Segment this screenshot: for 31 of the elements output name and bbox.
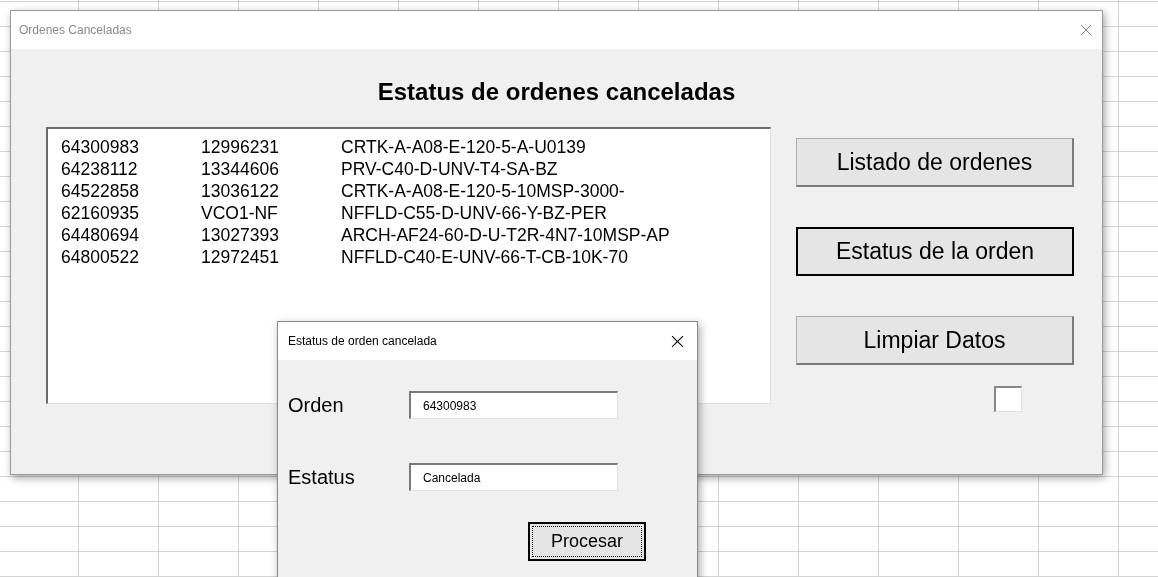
list-cell: CRTK-A-A08-E-120-5-10MSP-3000- bbox=[341, 180, 625, 202]
dialog-title: Estatus de orden cancelada bbox=[288, 333, 437, 350]
list-cell-text: 13027393 bbox=[201, 224, 280, 246]
list-cell: NFFLD-C55-D-UNV-66-Y-BZ-PER bbox=[341, 202, 607, 224]
list-cell-text: 12996231 bbox=[201, 136, 280, 158]
action-button[interactable]: Listado de ordenes bbox=[796, 138, 1074, 187]
heading: Estatus de ordenes canceladas bbox=[377, 77, 736, 107]
process-button[interactable]: Procesar bbox=[528, 522, 646, 561]
list-cell: CRTK-A-A08-E-120-5-A-U0139 bbox=[341, 136, 586, 158]
list-cell-text: 13344606 bbox=[201, 158, 280, 180]
list-cell: ARCH-AF24-60-D-U-T2R-4N7-10MSP-AP bbox=[341, 224, 670, 246]
action-button[interactable]: Limpiar Datos bbox=[796, 316, 1074, 365]
window-title: Ordenes Canceladas bbox=[19, 22, 132, 39]
close-icon[interactable] bbox=[671, 334, 684, 348]
checkbox[interactable] bbox=[994, 386, 1022, 412]
list-cell-text: 62160935 bbox=[61, 202, 140, 224]
list-cell-text: 12972451 bbox=[201, 246, 280, 268]
list-cell-text: 64522858 bbox=[61, 180, 140, 202]
list-cell-text: VCO1-NF bbox=[201, 202, 279, 224]
field-label: Estatus bbox=[288, 465, 356, 490]
list-cell-text: 64480694 bbox=[61, 224, 140, 246]
list-cell-text: 64800522 bbox=[61, 246, 140, 268]
list-cell: PRV-C40-D-UNV-T4-SA-BZ bbox=[341, 158, 558, 180]
input-field[interactable]: 64300983 bbox=[409, 391, 618, 419]
field-label: Orden bbox=[288, 393, 345, 418]
list-cell: NFFLD-C40-E-UNV-66-T-CB-10K-70 bbox=[341, 246, 628, 268]
action-button[interactable]: Estatus de la orden bbox=[796, 227, 1074, 276]
list-cell-text: 64300983 bbox=[61, 136, 140, 158]
list-cell-text: 64238112 bbox=[61, 158, 139, 180]
input-field[interactable]: Cancelada bbox=[409, 463, 618, 491]
list-cell-text: 13036122 bbox=[201, 180, 280, 202]
